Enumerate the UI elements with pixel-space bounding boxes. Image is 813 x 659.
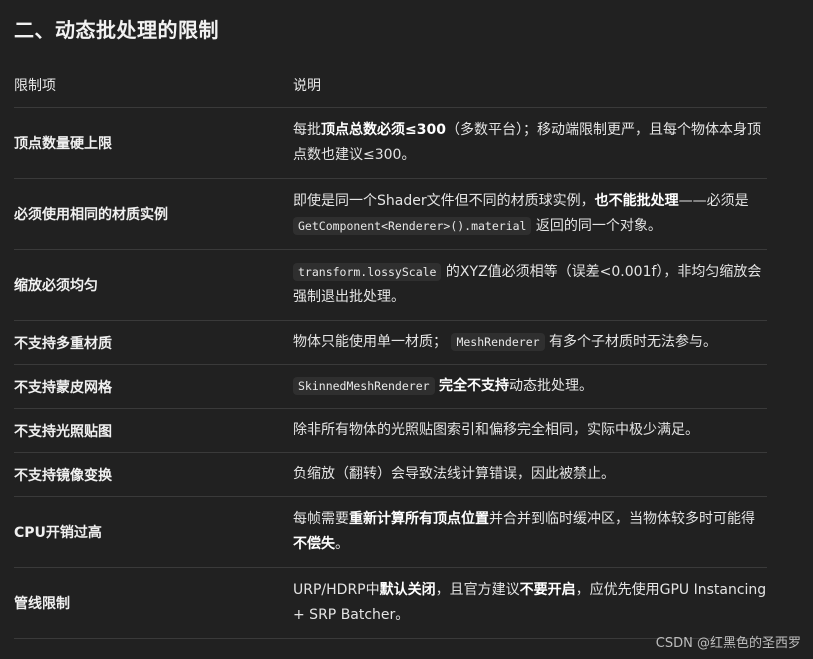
limit-description-cell: 即使是同一个Shader文件但不同的材质球实例，也不能批处理——必须是 GetC… xyxy=(293,178,767,250)
limit-description-cell: 每帧需要重新计算所有顶点位置并合并到临时缓冲区，当物体较多时可能得不偿失。 xyxy=(293,496,767,568)
description-text: 有多个子材质时无法参与。 xyxy=(544,334,717,350)
inline-code: GetComponent<Renderer>().material xyxy=(293,217,532,235)
description-text: 即使是同一个Shader文件但不同的材质球实例， xyxy=(293,193,595,209)
limit-description-cell: 物体只能使用单一材质； MeshRenderer 有多个子材质时无法参与。 xyxy=(293,320,767,365)
limit-item-cell: CPU开销过高 xyxy=(14,496,293,568)
section-title: 二、动态批处理的限制 xyxy=(14,18,219,42)
watermark: CSDN @红黑色的圣西罗 xyxy=(655,636,801,651)
inline-code: SkinnedMeshRenderer xyxy=(293,377,435,395)
table-header-row: 限制项 说明 xyxy=(14,62,767,108)
bold-text: 顶点总数必须≤300 xyxy=(321,122,446,138)
table-row: 不支持多重材质 物体只能使用单一材质； MeshRenderer 有多个子材质时无… xyxy=(14,320,767,365)
description-text: 返回的同一个对象。 xyxy=(531,218,662,234)
description-text: URP/HDRP中 xyxy=(293,582,380,598)
bold-text: 完全不支持 xyxy=(439,378,510,394)
limit-description-cell: transform.lossyScale 的XYZ值必须相等（误差<0.001f… xyxy=(293,249,767,321)
limits-table: 限制项 说明 顶点数量硬上限 每批顶点总数必须≤300（多数平台）；移动端限制更严… xyxy=(14,62,767,639)
description-text: 。 xyxy=(335,536,349,552)
table-row: 必须使用相同的材质实例 即使是同一个Shader文件但不同的材质球实例，也不能批处… xyxy=(14,178,767,250)
inline-code: MeshRenderer xyxy=(451,333,545,351)
description-text: 动态批处理。 xyxy=(509,378,594,394)
bold-text: 默认关闭 xyxy=(379,582,436,598)
limit-item-cell: 缩放必须均匀 xyxy=(14,249,293,321)
inline-code: transform.lossyScale xyxy=(293,263,442,281)
description-text: ——必须是 xyxy=(678,193,749,209)
table-row: 不支持镜像变换 负缩放（翻转）会导致法线计算错误，因此被禁止。 xyxy=(14,452,767,497)
bold-text: 重新计算所有顶点位置 xyxy=(349,511,489,527)
bold-text: 不要开启 xyxy=(519,582,576,598)
limit-item-cell: 必须使用相同的材质实例 xyxy=(14,178,293,250)
table-row: 管线限制 URP/HDRP中默认关闭，且官方建议不要开启，应优先使用GPU Ins… xyxy=(14,567,767,639)
limit-item-cell: 不支持多重材质 xyxy=(14,320,293,365)
limit-description-cell: URP/HDRP中默认关闭，且官方建议不要开启，应优先使用GPU Instanc… xyxy=(293,567,767,639)
bold-text: 不偿失 xyxy=(293,536,335,552)
description-text: 并合并到临时缓冲区，当物体较多时可能得 xyxy=(489,511,755,527)
bold-text: 也不能批处理 xyxy=(594,193,679,209)
description-text: 每批 xyxy=(293,122,321,138)
limit-description-cell: 负缩放（翻转）会导致法线计算错误，因此被禁止。 xyxy=(293,452,767,497)
limit-item-cell: 不支持镜像变换 xyxy=(14,452,293,497)
description-text: 每帧需要 xyxy=(293,511,349,527)
limit-description-cell: 除非所有物体的光照贴图索引和偏移完全相同，实际中极少满足。 xyxy=(293,408,767,453)
limit-item-cell: 管线限制 xyxy=(14,567,293,639)
table-row: 缩放必须均匀 transform.lossyScale 的XYZ值必须相等（误差<… xyxy=(14,249,767,321)
description-text: ，且官方建议 xyxy=(435,582,520,598)
table-row: 不支持光照贴图 除非所有物体的光照贴图索引和偏移完全相同，实际中极少满足。 xyxy=(14,408,767,453)
description-text: 除非所有物体的光照贴图索引和偏移完全相同，实际中极少满足。 xyxy=(293,422,699,438)
table-row: 不支持蒙皮网格 SkinnedMeshRenderer 完全不支持动态批处理。 xyxy=(14,364,767,409)
description-text: 物体只能使用单一材质； xyxy=(293,334,452,350)
description-text: 负缩放（翻转）会导致法线计算错误，因此被禁止。 xyxy=(293,466,615,482)
header-description: 说明 xyxy=(293,62,767,108)
limit-item-cell: 不支持蒙皮网格 xyxy=(14,364,293,409)
header-item: 限制项 xyxy=(14,62,293,108)
limit-item-cell: 顶点数量硬上限 xyxy=(14,107,293,179)
table-row: CPU开销过高 每帧需要重新计算所有顶点位置并合并到临时缓冲区，当物体较多时可能得… xyxy=(14,496,767,568)
limit-description-cell: 每批顶点总数必须≤300（多数平台）；移动端限制更严，且每个物体本身顶点数也建议… xyxy=(293,107,767,179)
limit-item-cell: 不支持光照贴图 xyxy=(14,408,293,453)
table-row: 顶点数量硬上限 每批顶点总数必须≤300（多数平台）；移动端限制更严，且每个物体本… xyxy=(14,107,767,179)
limit-description-cell: SkinnedMeshRenderer 完全不支持动态批处理。 xyxy=(293,364,767,409)
